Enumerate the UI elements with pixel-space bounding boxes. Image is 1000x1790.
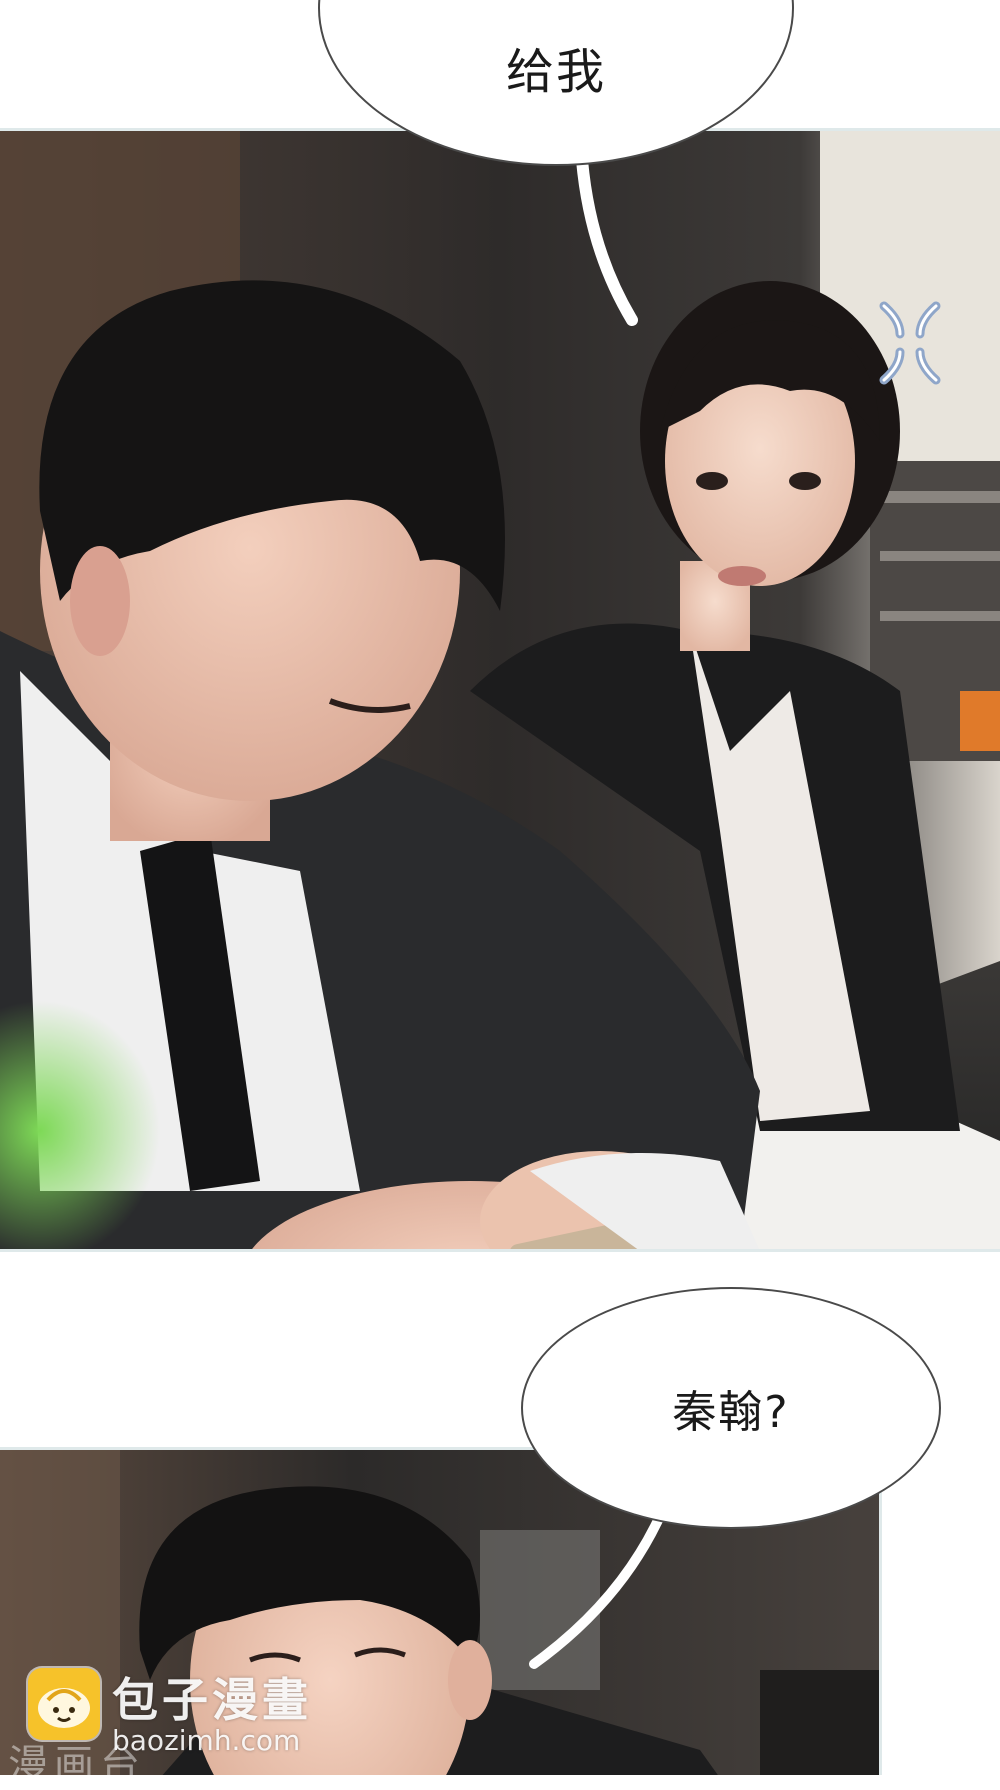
- speech-bubble-top-text: 给我: [505, 44, 606, 100]
- comic-panel-office-scene: [0, 128, 1000, 1252]
- speech-bubble-middle: 秦翰?: [521, 1287, 941, 1529]
- watermark-title: 包子漫畫: [112, 1673, 312, 1727]
- watermark: 包子漫畫 baozimh.com 漫画台: [8, 1660, 322, 1788]
- comic-page: 给我 秦翰? 包子漫畫 baozimh.com 漫画台: [0, 0, 1000, 1788]
- watermark-ghost-text: 漫画台: [8, 1742, 146, 1788]
- speech-bubble-middle-text: 秦翰?: [672, 1387, 790, 1438]
- steamed-bun-logo-icon: [28, 1668, 100, 1740]
- anger-vein-icon: [879, 301, 941, 385]
- panel-1-illustration: [0, 131, 1000, 1249]
